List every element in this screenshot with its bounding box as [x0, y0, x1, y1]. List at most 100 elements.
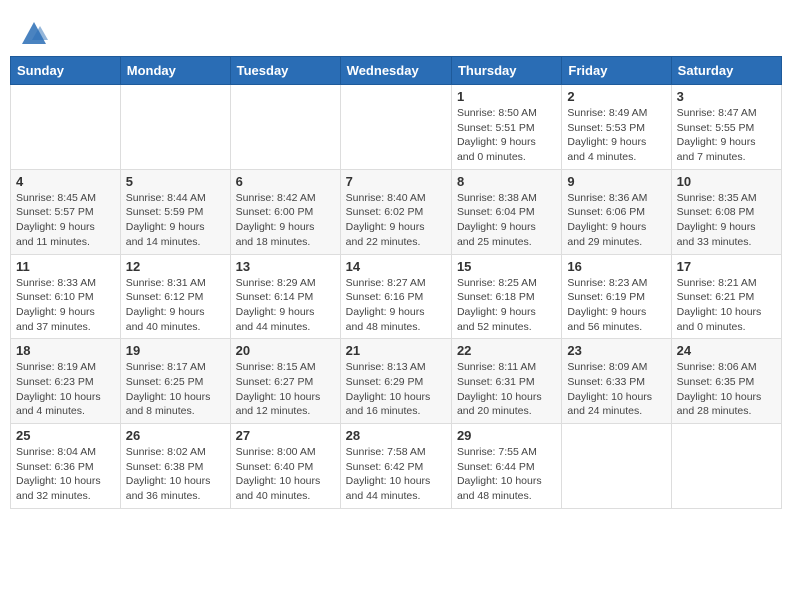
day-number: 14	[346, 259, 446, 274]
calendar-cell: 19 Sunrise: 8:17 AM Sunset: 6:25 PM Dayli…	[120, 339, 230, 424]
logo-icon	[20, 20, 48, 48]
week-row-3: 11 Sunrise: 8:33 AM Sunset: 6:10 PM Dayli…	[11, 254, 782, 339]
weekday-header-monday: Monday	[120, 57, 230, 85]
day-number: 7	[346, 174, 446, 189]
day-info: Sunrise: 8:25 AM Sunset: 6:18 PM Dayligh…	[457, 276, 556, 335]
day-number: 3	[677, 89, 776, 104]
weekday-header-friday: Friday	[562, 57, 671, 85]
calendar-cell	[230, 85, 340, 170]
calendar-cell	[671, 424, 781, 509]
calendar-cell: 23Sunrise: 8:09 AM Sunset: 6:33 PM Dayli…	[562, 339, 671, 424]
day-number: 20	[236, 343, 335, 358]
day-info: Sunrise: 8:49 AM Sunset: 5:53 PM Dayligh…	[567, 106, 665, 165]
calendar-cell	[120, 85, 230, 170]
day-number: 27	[236, 428, 335, 443]
calendar-cell: 4Sunrise: 8:45 AM Sunset: 5:57 PM Daylig…	[11, 169, 121, 254]
day-info: Sunrise: 8:15 AM Sunset: 6:27 PM Dayligh…	[236, 360, 335, 419]
calendar-cell	[562, 424, 671, 509]
day-info: Sunrise: 8:11 AM Sunset: 6:31 PM Dayligh…	[457, 360, 556, 419]
calendar-cell: 28 Sunrise: 7:58 AM Sunset: 6:42 PM Dayli…	[340, 424, 451, 509]
day-number: 24	[677, 343, 776, 358]
day-number: 10	[677, 174, 776, 189]
day-info: Sunrise: 8:06 AM Sunset: 6:35 PM Dayligh…	[677, 360, 776, 419]
calendar-cell: 16 Sunrise: 8:23 AM Sunset: 6:19 PM Dayli…	[562, 254, 671, 339]
day-number: 26	[126, 428, 225, 443]
week-row-2: 4Sunrise: 8:45 AM Sunset: 5:57 PM Daylig…	[11, 169, 782, 254]
day-info: Sunrise: 8:36 AM Sunset: 6:06 PM Dayligh…	[567, 191, 665, 250]
calendar-cell: 1 Sunrise: 8:50 AM Sunset: 5:51 PM Daylig…	[451, 85, 561, 170]
calendar-cell: 6 Sunrise: 8:42 AM Sunset: 6:00 PM Daylig…	[230, 169, 340, 254]
calendar-cell: 14 Sunrise: 8:27 AM Sunset: 6:16 PM Dayli…	[340, 254, 451, 339]
calendar-cell: 11 Sunrise: 8:33 AM Sunset: 6:10 PM Dayli…	[11, 254, 121, 339]
calendar-cell: 25 Sunrise: 8:04 AM Sunset: 6:36 PM Dayli…	[11, 424, 121, 509]
day-number: 29	[457, 428, 556, 443]
calendar-cell: 17 Sunrise: 8:21 AM Sunset: 6:21 PM Dayli…	[671, 254, 781, 339]
day-info: Sunrise: 8:17 AM Sunset: 6:25 PM Dayligh…	[126, 360, 225, 419]
day-info: Sunrise: 8:29 AM Sunset: 6:14 PM Dayligh…	[236, 276, 335, 335]
day-number: 9	[567, 174, 665, 189]
day-info: Sunrise: 7:55 AM Sunset: 6:44 PM Dayligh…	[457, 445, 556, 504]
weekday-header-thursday: Thursday	[451, 57, 561, 85]
day-number: 16	[567, 259, 665, 274]
day-number: 21	[346, 343, 446, 358]
day-info: Sunrise: 8:23 AM Sunset: 6:19 PM Dayligh…	[567, 276, 665, 335]
day-number: 15	[457, 259, 556, 274]
calendar-cell: 3 Sunrise: 8:47 AM Sunset: 5:55 PM Daylig…	[671, 85, 781, 170]
day-info: Sunrise: 8:09 AM Sunset: 6:33 PM Dayligh…	[567, 360, 665, 419]
calendar-cell: 13 Sunrise: 8:29 AM Sunset: 6:14 PM Dayli…	[230, 254, 340, 339]
calendar-cell: 8 Sunrise: 8:38 AM Sunset: 6:04 PM Daylig…	[451, 169, 561, 254]
calendar-cell: 7Sunrise: 8:40 AM Sunset: 6:02 PM Daylig…	[340, 169, 451, 254]
day-number: 25	[16, 428, 115, 443]
calendar-cell: 12 Sunrise: 8:31 AM Sunset: 6:12 PM Dayli…	[120, 254, 230, 339]
day-info: Sunrise: 8:04 AM Sunset: 6:36 PM Dayligh…	[16, 445, 115, 504]
day-info: Sunrise: 8:19 AM Sunset: 6:23 PM Dayligh…	[16, 360, 115, 419]
calendar-cell: 10 Sunrise: 8:35 AM Sunset: 6:08 PM Dayli…	[671, 169, 781, 254]
calendar-cell: 29 Sunrise: 7:55 AM Sunset: 6:44 PM Dayli…	[451, 424, 561, 509]
day-info: Sunrise: 8:27 AM Sunset: 6:16 PM Dayligh…	[346, 276, 446, 335]
day-number: 1	[457, 89, 556, 104]
calendar-cell: 22 Sunrise: 8:11 AM Sunset: 6:31 PM Dayli…	[451, 339, 561, 424]
day-info: Sunrise: 8:38 AM Sunset: 6:04 PM Dayligh…	[457, 191, 556, 250]
day-number: 19	[126, 343, 225, 358]
weekday-header-saturday: Saturday	[671, 57, 781, 85]
day-info: Sunrise: 8:35 AM Sunset: 6:08 PM Dayligh…	[677, 191, 776, 250]
day-number: 17	[677, 259, 776, 274]
calendar-cell	[340, 85, 451, 170]
calendar-cell: 18Sunrise: 8:19 AM Sunset: 6:23 PM Dayli…	[11, 339, 121, 424]
week-row-5: 25 Sunrise: 8:04 AM Sunset: 6:36 PM Dayli…	[11, 424, 782, 509]
week-row-1: 1 Sunrise: 8:50 AM Sunset: 5:51 PM Daylig…	[11, 85, 782, 170]
day-number: 22	[457, 343, 556, 358]
calendar-cell: 24 Sunrise: 8:06 AM Sunset: 6:35 PM Dayli…	[671, 339, 781, 424]
day-number: 13	[236, 259, 335, 274]
day-info: Sunrise: 7:58 AM Sunset: 6:42 PM Dayligh…	[346, 445, 446, 504]
week-row-4: 18Sunrise: 8:19 AM Sunset: 6:23 PM Dayli…	[11, 339, 782, 424]
day-number: 11	[16, 259, 115, 274]
day-info: Sunrise: 8:02 AM Sunset: 6:38 PM Dayligh…	[126, 445, 225, 504]
calendar-cell: 20 Sunrise: 8:15 AM Sunset: 6:27 PM Dayli…	[230, 339, 340, 424]
weekday-header-row: SundayMondayTuesdayWednesdayThursdayFrid…	[11, 57, 782, 85]
day-info: Sunrise: 8:42 AM Sunset: 6:00 PM Dayligh…	[236, 191, 335, 250]
day-info: Sunrise: 8:00 AM Sunset: 6:40 PM Dayligh…	[236, 445, 335, 504]
weekday-header-wednesday: Wednesday	[340, 57, 451, 85]
day-number: 6	[236, 174, 335, 189]
day-info: Sunrise: 8:45 AM Sunset: 5:57 PM Dayligh…	[16, 191, 115, 250]
calendar-cell: 26 Sunrise: 8:02 AM Sunset: 6:38 PM Dayli…	[120, 424, 230, 509]
day-info: Sunrise: 8:44 AM Sunset: 5:59 PM Dayligh…	[126, 191, 225, 250]
day-number: 28	[346, 428, 446, 443]
day-info: Sunrise: 8:21 AM Sunset: 6:21 PM Dayligh…	[677, 276, 776, 335]
day-number: 8	[457, 174, 556, 189]
weekday-header-sunday: Sunday	[11, 57, 121, 85]
logo	[20, 20, 52, 48]
calendar-cell: 27 Sunrise: 8:00 AM Sunset: 6:40 PM Dayli…	[230, 424, 340, 509]
calendar-cell: 5 Sunrise: 8:44 AM Sunset: 5:59 PM Daylig…	[120, 169, 230, 254]
calendar-cell: 21 Sunrise: 8:13 AM Sunset: 6:29 PM Dayli…	[340, 339, 451, 424]
day-info: Sunrise: 8:13 AM Sunset: 6:29 PM Dayligh…	[346, 360, 446, 419]
day-number: 5	[126, 174, 225, 189]
day-info: Sunrise: 8:47 AM Sunset: 5:55 PM Dayligh…	[677, 106, 776, 165]
calendar-table: SundayMondayTuesdayWednesdayThursdayFrid…	[10, 56, 782, 509]
day-info: Sunrise: 8:33 AM Sunset: 6:10 PM Dayligh…	[16, 276, 115, 335]
day-number: 12	[126, 259, 225, 274]
day-info: Sunrise: 8:50 AM Sunset: 5:51 PM Dayligh…	[457, 106, 556, 165]
weekday-header-tuesday: Tuesday	[230, 57, 340, 85]
day-info: Sunrise: 8:31 AM Sunset: 6:12 PM Dayligh…	[126, 276, 225, 335]
